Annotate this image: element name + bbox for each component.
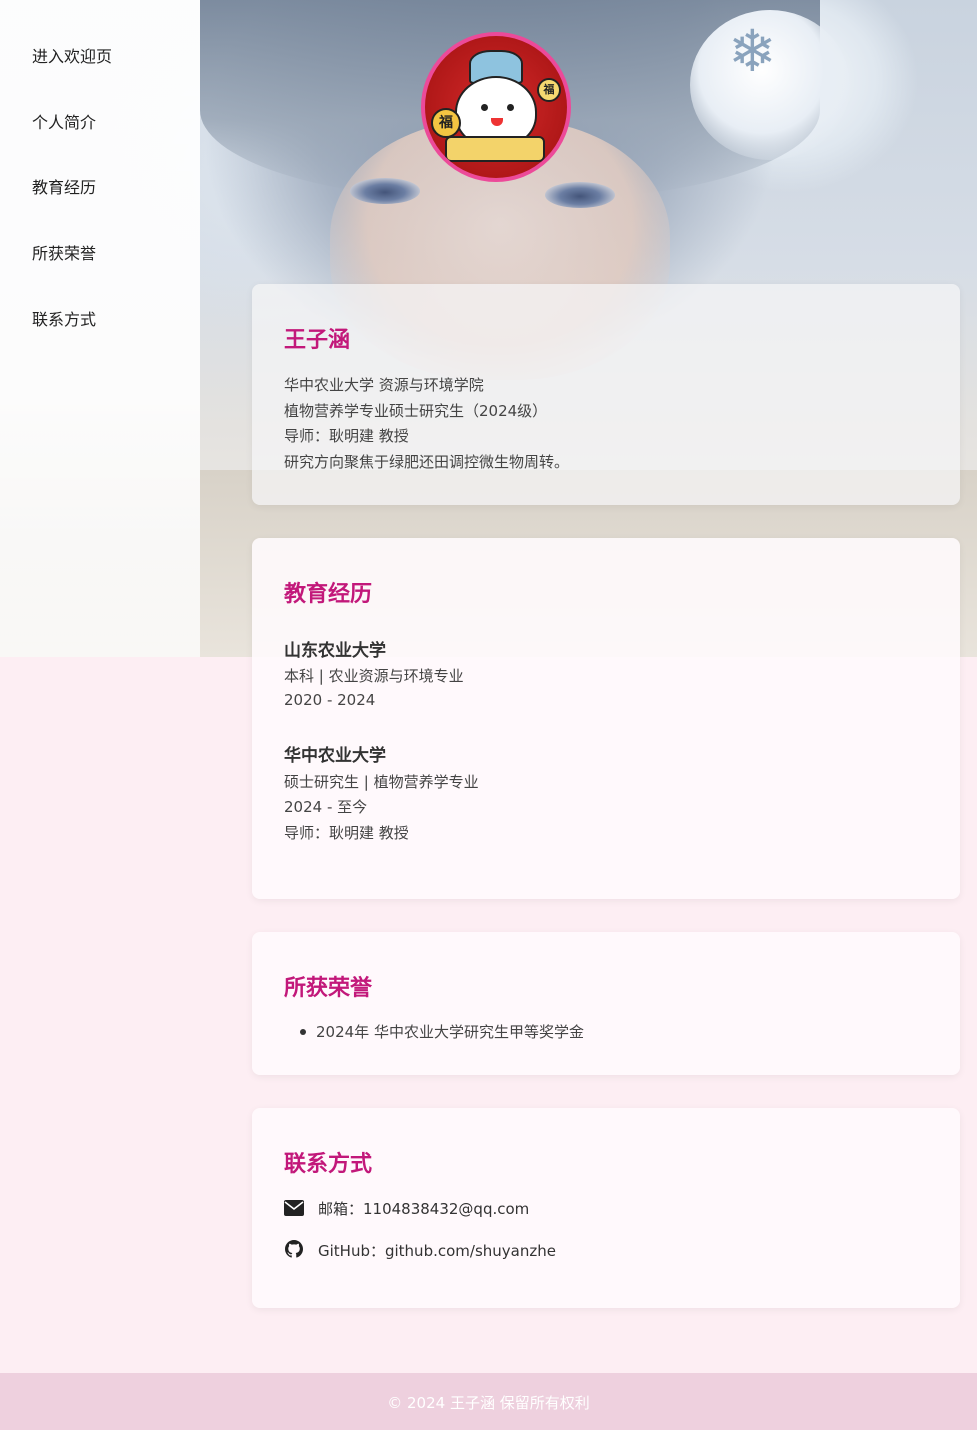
honors-title: 所获荣誉 [284, 976, 373, 1001]
education-title: 教育经历 [284, 582, 373, 607]
education-degree: 硕士研究生 | 植物营养学专业 [284, 773, 479, 791]
profile-line: 植物营养学专业硕士研究生（2024级） [284, 402, 548, 420]
education-period: 2020 - 2024 [284, 691, 376, 709]
sidebar-item-education[interactable]: 教育经历 [32, 174, 96, 198]
avatar-fu-badge: 福 [431, 108, 461, 138]
avatar-cat-eye-right [507, 104, 514, 111]
footer-copyright: © 2024 王子涵 保留所有权利 [387, 1394, 590, 1412]
contact-email[interactable]: 邮箱：1104838432@qq.com [318, 1198, 529, 1219]
sidebar-item-contact[interactable]: 联系方式 [32, 306, 96, 330]
hero-side-fade [0, 0, 200, 657]
profile-line: 研究方向聚焦于绿肥还田调控微生物周转。 [284, 453, 570, 471]
education-degree: 本科 | 农业资源与环境专业 [284, 667, 464, 685]
envelope-icon [284, 1200, 304, 1216]
list-bullet [300, 1029, 306, 1035]
profile-line: 导师：耿明建 教授 [284, 427, 409, 445]
avatar-fu-badge-small: 福 [537, 78, 561, 102]
profile-name: 王子涵 [284, 328, 351, 353]
contact-title: 联系方式 [284, 1152, 373, 1177]
sidebar-item-profile[interactable]: 个人简介 [32, 109, 96, 133]
footer: © 2024 王子涵 保留所有权利 [0, 1373, 977, 1430]
education-school: 华中农业大学 [284, 746, 386, 766]
profile-card: 王子涵 华中农业大学 资源与环境学院 植物营养学专业硕士研究生（2024级） 导… [252, 284, 960, 505]
sidebar-item-welcome[interactable]: 进入欢迎页 [32, 43, 112, 67]
sidebar-item-honors[interactable]: 所获荣誉 [32, 240, 96, 264]
education-advisor: 导师：耿明建 教授 [284, 824, 409, 842]
hero-eye-left [350, 178, 420, 204]
education-period: 2024 - 至今 [284, 798, 368, 816]
honors-card: 所获荣誉 2024年 华中农业大学研究生甲等奖学金 [252, 932, 960, 1075]
honor-item: 2024年 华中农业大学研究生甲等奖学金 [316, 1023, 584, 1041]
education-school: 山东农业大学 [284, 641, 386, 661]
contact-github[interactable]: GitHub：github.com/shuyanzhe [318, 1240, 556, 1261]
avatar-cat-mouth [491, 118, 503, 126]
avatar-cat-eye-left [481, 104, 488, 111]
avatar-base [445, 136, 545, 162]
avatar: 福 福 [421, 32, 571, 182]
contact-card: 联系方式 邮箱：1104838432@qq.com GitHub：github.… [252, 1108, 960, 1308]
profile-line: 华中农业大学 资源与环境学院 [284, 376, 484, 394]
github-icon [285, 1240, 303, 1258]
snowflake-icon: ❄ [728, 17, 777, 85]
hero-eye-right [545, 182, 615, 208]
education-card: 教育经历 山东农业大学 本科 | 农业资源与环境专业 2020 - 2024 华… [252, 538, 960, 899]
